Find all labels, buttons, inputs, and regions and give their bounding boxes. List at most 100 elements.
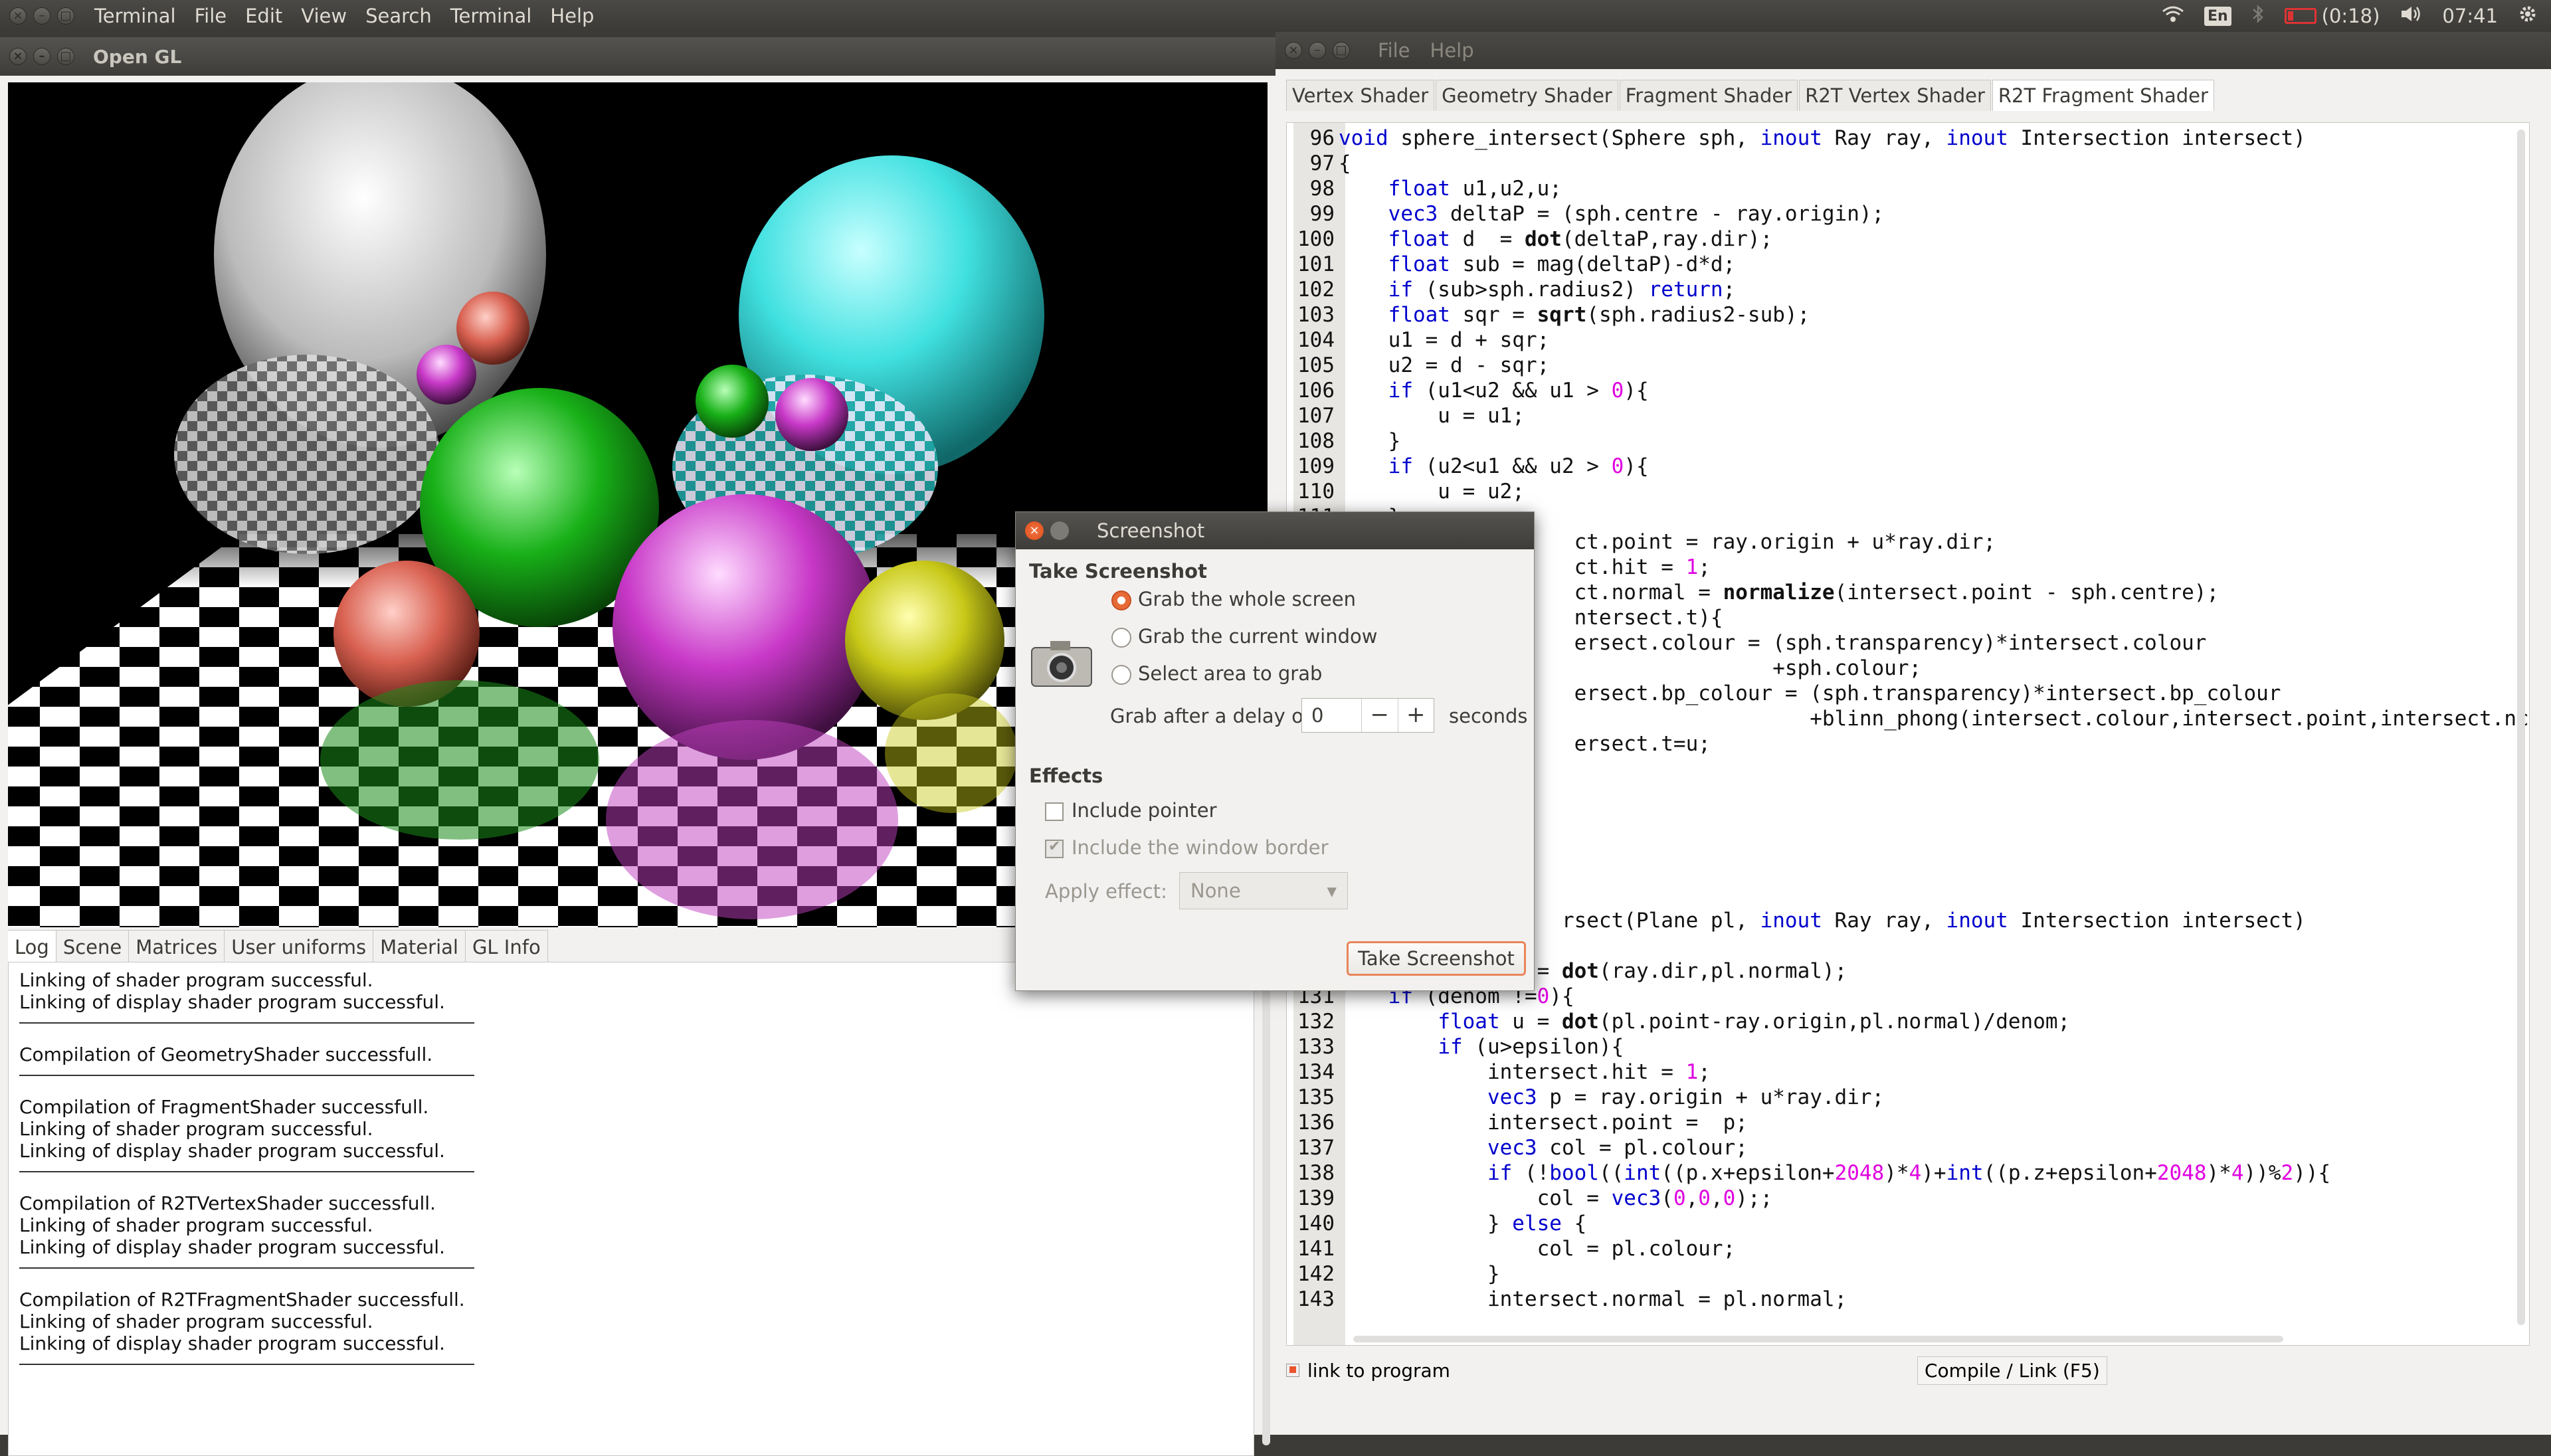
- menu-help[interactable]: Help: [1430, 39, 1474, 62]
- delay-spinbox[interactable]: 0 − +: [1301, 698, 1434, 733]
- maximize-icon[interactable]: □: [1333, 42, 1350, 59]
- menu-file[interactable]: File: [1378, 39, 1410, 62]
- tab-log[interactable]: Log: [8, 930, 56, 962]
- radio-current-window[interactable]: Grab the current window: [1111, 625, 1377, 648]
- code-line[interactable]: 103 float sqr = sqrt(sph.radius2-sub);: [1293, 302, 2529, 327]
- camera-icon: [1030, 638, 1093, 693]
- keyboard-layout-indicator[interactable]: En: [2204, 6, 2231, 26]
- decrement-icon[interactable]: −: [1362, 699, 1398, 732]
- code-line[interactable]: 143 intersect.normal = pl.normal;: [1293, 1287, 2529, 1312]
- code-line[interactable]: 138 if (!bool((int((p.x+epsilon+2048)*4)…: [1293, 1160, 2529, 1186]
- radio-button[interactable]: [1111, 591, 1131, 610]
- compile-link-button[interactable]: Compile / Link (F5): [1917, 1356, 2107, 1385]
- checkbox[interactable]: [1045, 802, 1064, 821]
- tab-material[interactable]: Material: [373, 930, 466, 962]
- line-number: 134: [1297, 1060, 1335, 1084]
- code-line[interactable]: 136 intersect.point = p;: [1293, 1110, 2529, 1135]
- log-scrollbar[interactable]: [1262, 967, 1270, 1445]
- code-line[interactable]: 102 if (sub>sph.radius2) return;: [1293, 277, 2529, 302]
- code-line[interactable]: 99 vec3 deltaP = (sph.centre - ray.origi…: [1293, 201, 2529, 227]
- link-to-program-checkbox[interactable]: [1286, 1364, 1299, 1377]
- minimize-icon[interactable]: [1050, 521, 1069, 540]
- radio-select-area[interactable]: Select area to grab: [1111, 662, 1322, 685]
- tab-matrices[interactable]: Matrices: [129, 930, 225, 962]
- code-line[interactable]: 100 float d = dot(deltaP,ray.dir);: [1293, 227, 2529, 252]
- close-icon[interactable]: ×: [1285, 42, 1302, 59]
- tab-scene[interactable]: Scene: [56, 930, 130, 962]
- code-line[interactable]: 96 void sphere_intersect(Sphere sph, inou…: [1293, 126, 2529, 151]
- line-number: 133: [1297, 1035, 1335, 1059]
- bluetooth-icon[interactable]: [2251, 4, 2265, 29]
- code-line[interactable]: 141 col = pl.colour;: [1293, 1236, 2529, 1261]
- minimize-icon[interactable]: –: [33, 7, 50, 25]
- tab-vertex-shader[interactable]: Vertex Shader: [1286, 80, 1435, 111]
- menu-search[interactable]: Search: [365, 5, 432, 27]
- menu-edit[interactable]: Edit: [245, 5, 282, 27]
- code-line[interactable]: 98 float u1,u2,u;: [1293, 176, 2529, 201]
- menu-help[interactable]: Help: [550, 5, 594, 27]
- opengl-window-controls: × – □: [0, 48, 93, 65]
- log-line: Compilation of FragmentShader successful…: [19, 1096, 429, 1118]
- editor-horizontal-scrollbar[interactable]: [1353, 1336, 2283, 1342]
- code-line[interactable]: 139 col = vec3(0,0,0);;: [1293, 1186, 2529, 1211]
- volume-icon[interactable]: [2400, 5, 2422, 28]
- increment-icon[interactable]: +: [1398, 699, 1434, 732]
- close-icon[interactable]: ×: [9, 48, 27, 65]
- include-pointer-checkbox[interactable]: Include pointer: [1045, 799, 1217, 822]
- code-line[interactable]: 140 } else {: [1293, 1211, 2529, 1236]
- radio-button[interactable]: [1111, 628, 1131, 648]
- code-line[interactable]: 107 u = u1;: [1293, 403, 2529, 428]
- tab-r2t-vertex-shader[interactable]: R2T Vertex Shader: [1799, 80, 1991, 111]
- menu-file[interactable]: File: [195, 5, 227, 27]
- line-number: 106: [1297, 379, 1335, 403]
- app-menu: Terminal File Edit View Search Terminal …: [94, 5, 594, 27]
- code-line[interactable]: 142 }: [1293, 1261, 2529, 1287]
- minimize-icon[interactable]: –: [1309, 42, 1326, 59]
- take-screenshot-button[interactable]: Take Screenshot: [1347, 941, 1526, 976]
- code-line[interactable]: 106 if (u1<u2 && u1 > 0){: [1293, 378, 2529, 403]
- log-panel[interactable]: Linking of shader program successful. Li…: [8, 962, 1254, 1456]
- code-line[interactable]: 108 }: [1293, 428, 2529, 454]
- line-number: 97: [1309, 151, 1335, 175]
- apply-effect-value: None: [1190, 879, 1241, 902]
- code-line[interactable]: 105 u2 = d - sqr;: [1293, 353, 2529, 378]
- code-line[interactable]: 135 vec3 p = ray.origin + u*ray.dir;: [1293, 1085, 2529, 1110]
- code-line[interactable]: 132 float u = dot(pl.point-ray.origin,pl…: [1293, 1009, 2529, 1034]
- code-line[interactable]: 109 if (u2<u1 && u2 > 0){: [1293, 454, 2529, 479]
- shader-tabbar: Vertex Shader Geometry Shader Fragment S…: [1286, 80, 2216, 111]
- line-number: 107: [1297, 404, 1335, 428]
- editor-window-controls: × – □: [1276, 42, 1369, 59]
- battery-indicator[interactable]: (0:18): [2284, 5, 2380, 27]
- code-line[interactable]: 134 intersect.hit = 1;: [1293, 1059, 2529, 1085]
- include-border-checkbox: Include the window border: [1045, 836, 1329, 859]
- line-number: 137: [1297, 1136, 1335, 1160]
- code-line[interactable]: 101 float sub = mag(deltaP)-d*d;: [1293, 252, 2529, 277]
- clock[interactable]: 07:41: [2442, 5, 2498, 27]
- tab-geometry-shader[interactable]: Geometry Shader: [1436, 80, 1618, 111]
- code-line[interactable]: 110 u = u2;: [1293, 479, 2529, 504]
- tab-user-uniforms[interactable]: User uniforms: [225, 930, 374, 962]
- minimize-icon[interactable]: –: [33, 48, 50, 65]
- code-line[interactable]: 97{: [1293, 151, 2529, 176]
- line-number: 96: [1309, 126, 1335, 150]
- menu-terminal[interactable]: Terminal: [450, 5, 532, 27]
- wifi-icon[interactable]: [2162, 5, 2184, 28]
- code-line[interactable]: 133 if (u>epsilon){: [1293, 1034, 2529, 1059]
- radio-whole-screen[interactable]: Grab the whole screen: [1111, 588, 1356, 610]
- close-icon[interactable]: ×: [1025, 521, 1044, 540]
- radio-button[interactable]: [1111, 665, 1131, 685]
- settings-gear-icon[interactable]: [2518, 4, 2538, 29]
- tab-gl-info[interactable]: GL Info: [465, 930, 548, 962]
- checkbox-label: Include the window border: [1072, 836, 1329, 859]
- code-line[interactable]: 104 u1 = d + sqr;: [1293, 327, 2529, 353]
- log-line: Compilation of R2TFragmentShader success…: [19, 1289, 465, 1311]
- tab-r2t-fragment-shader[interactable]: R2T Fragment Shader: [1992, 80, 2214, 111]
- delay-value[interactable]: 0: [1302, 699, 1362, 732]
- maximize-icon[interactable]: □: [57, 7, 74, 25]
- menu-view[interactable]: View: [301, 5, 347, 27]
- code-line[interactable]: 137 vec3 col = pl.colour;: [1293, 1135, 2529, 1160]
- close-icon[interactable]: ×: [9, 7, 27, 25]
- maximize-icon[interactable]: □: [57, 48, 74, 65]
- editor-vertical-scrollbar[interactable]: [2517, 130, 2525, 1325]
- tab-fragment-shader[interactable]: Fragment Shader: [1619, 80, 1798, 111]
